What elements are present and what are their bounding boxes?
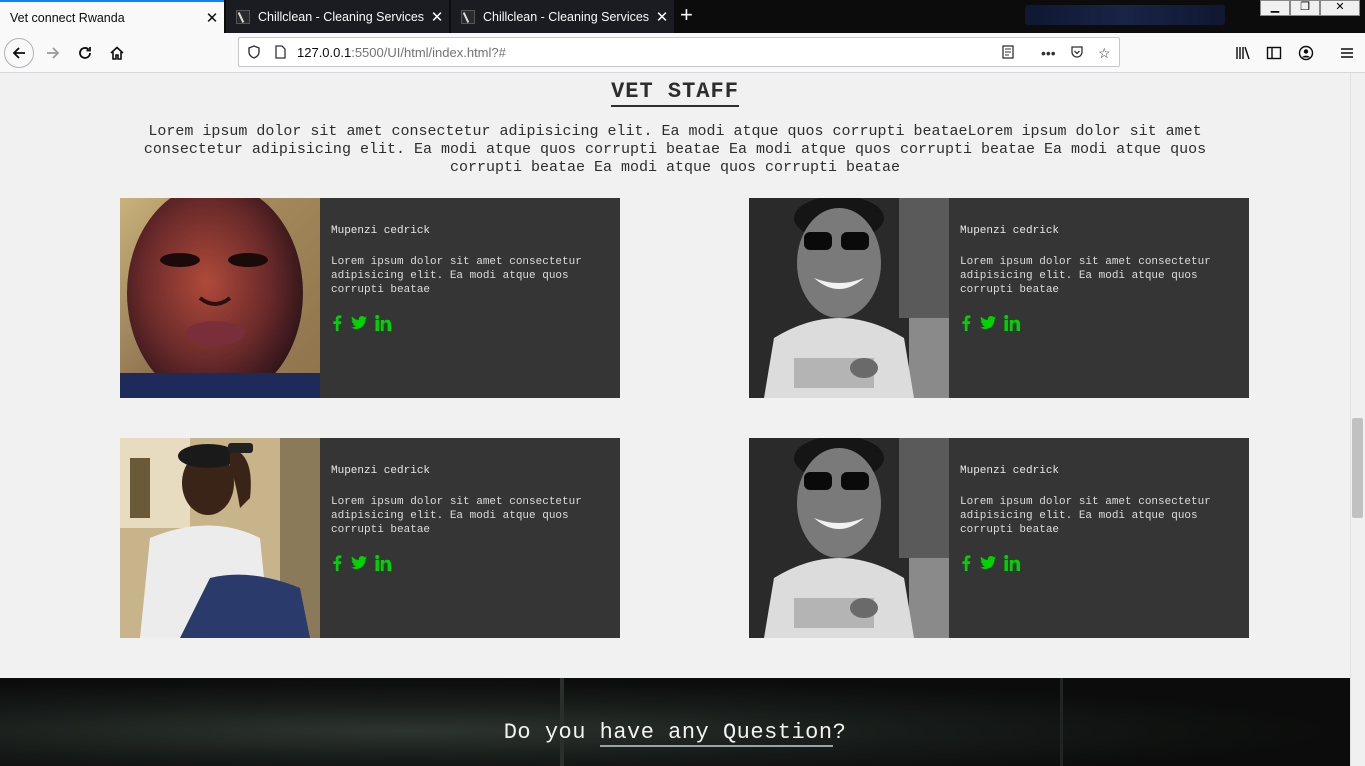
tab-title: Chillclean - Cleaning Services H — [258, 9, 425, 24]
page-content: VET STAFF Lorem ipsum dolor sit amet con… — [0, 73, 1350, 766]
nav-bar: 127.0.0.1:5500/UI/html/index.html?# ••• … — [0, 33, 1365, 73]
reload-icon[interactable] — [70, 38, 100, 68]
staff-name: Mupenzi cedrick — [960, 225, 1060, 237]
staff-section-title: VET STAFF — [0, 79, 1350, 107]
staff-description: Lorem ipsum dolor sit amet consectetur a… — [960, 256, 1211, 296]
staff-card: Mupenzi cedrick Lorem ipsum dolor sit am… — [749, 198, 1249, 398]
tab-chillclean-2[interactable]: Chillclean - Cleaning Services H ✕ — [451, 0, 674, 33]
linkedin-icon[interactable] — [1004, 555, 1020, 576]
staff-card: Mupenzi cedrick Lorem ipsum dolor sit am… — [120, 438, 620, 638]
tab-vet-connect[interactable]: Vet connect Rwanda ✕ — [0, 0, 224, 33]
linkedin-icon[interactable] — [375, 555, 391, 576]
pocket-icon[interactable] — [1070, 45, 1084, 62]
staff-photo — [120, 438, 320, 638]
library-icon[interactable] — [1228, 38, 1258, 68]
minimize-icon[interactable]: ▁ — [1260, 0, 1290, 16]
staff-photo — [749, 198, 949, 398]
facebook-icon[interactable] — [960, 315, 972, 336]
sidebar-icon[interactable] — [1259, 38, 1289, 68]
page-info-icon[interactable] — [273, 45, 287, 62]
staff-card: Mupenzi cedrick Lorem ipsum dolor sit am… — [120, 198, 620, 398]
question-heading: Do you have any Question? — [0, 720, 1350, 747]
menu-icon[interactable] — [1332, 38, 1362, 68]
question-section: Do you have any Question? — [0, 678, 1350, 766]
account-icon[interactable] — [1291, 38, 1321, 68]
close-tab-icon[interactable]: ✕ — [650, 8, 674, 26]
new-tab-button[interactable]: + — [680, 4, 693, 26]
tab-title: Chillclean - Cleaning Services H — [483, 9, 650, 24]
close-tab-icon[interactable]: ✕ — [425, 8, 449, 26]
url-host: 127.0.0.1 — [297, 44, 352, 60]
tab-bar: Vet connect Rwanda ✕ Chillclean - Cleani… — [0, 0, 1365, 33]
question-text-start: Do you — [503, 720, 600, 745]
favicon-icon — [236, 9, 250, 24]
social-links — [960, 555, 1020, 576]
home-icon[interactable] — [102, 38, 132, 68]
bookmark-star-icon[interactable]: ☆ — [1098, 45, 1111, 62]
tab-title: Vet connect Rwanda — [10, 10, 125, 25]
linkedin-icon[interactable] — [1004, 315, 1020, 336]
staff-name: Mupenzi cedrick — [331, 225, 431, 237]
favicon-icon — [461, 9, 475, 24]
staff-card: Mupenzi cedrick Lorem ipsum dolor sit am… — [749, 438, 1249, 638]
staff-intro-text: Lorem ipsum dolor sit amet consectetur a… — [143, 123, 1207, 176]
staff-name: Mupenzi cedrick — [331, 465, 431, 477]
twitter-icon[interactable] — [351, 556, 367, 575]
twitter-icon[interactable] — [980, 316, 996, 335]
social-links — [331, 555, 391, 576]
staff-name: Mupenzi cedrick — [960, 465, 1060, 477]
staff-description: Lorem ipsum dolor sit amet consectetur a… — [331, 496, 582, 536]
linkedin-icon[interactable] — [375, 315, 391, 336]
question-text-underlined: have any Question — [599, 720, 833, 747]
twitter-icon[interactable] — [351, 316, 367, 335]
twitter-icon[interactable] — [980, 556, 996, 575]
reader-view-icon[interactable] — [1001, 45, 1015, 62]
question-text-end: ? — [832, 720, 847, 745]
facebook-icon[interactable] — [331, 555, 343, 576]
back-arrow-icon[interactable] — [4, 38, 34, 68]
staff-title-text: VET STAFF — [611, 79, 739, 107]
more-actions-icon[interactable]: ••• — [1041, 45, 1056, 61]
forward-arrow-icon[interactable] — [38, 38, 68, 68]
tab-chillclean-1[interactable]: Chillclean - Cleaning Services H ✕ — [226, 0, 449, 33]
close-tab-icon[interactable]: ✕ — [200, 9, 224, 27]
url-path: :5500/UI/html/index.html?# — [351, 44, 506, 60]
facebook-icon[interactable] — [960, 555, 972, 576]
close-window-icon[interactable]: ✕ — [1320, 0, 1360, 16]
staff-photo — [749, 438, 949, 638]
scrollbar-thumb[interactable] — [1352, 418, 1363, 518]
facebook-icon[interactable] — [331, 315, 343, 336]
restore-icon[interactable]: ❐ — [1290, 0, 1320, 16]
social-links — [960, 315, 1020, 336]
shield-icon[interactable] — [247, 45, 261, 62]
staff-description: Lorem ipsum dolor sit amet consectetur a… — [331, 256, 582, 296]
blurred-notification — [1025, 5, 1225, 25]
address-bar[interactable]: 127.0.0.1:5500/UI/html/index.html?# ••• … — [238, 37, 1120, 67]
staff-photo — [120, 198, 320, 398]
staff-description: Lorem ipsum dolor sit amet consectetur a… — [960, 496, 1211, 536]
social-links — [331, 315, 391, 336]
